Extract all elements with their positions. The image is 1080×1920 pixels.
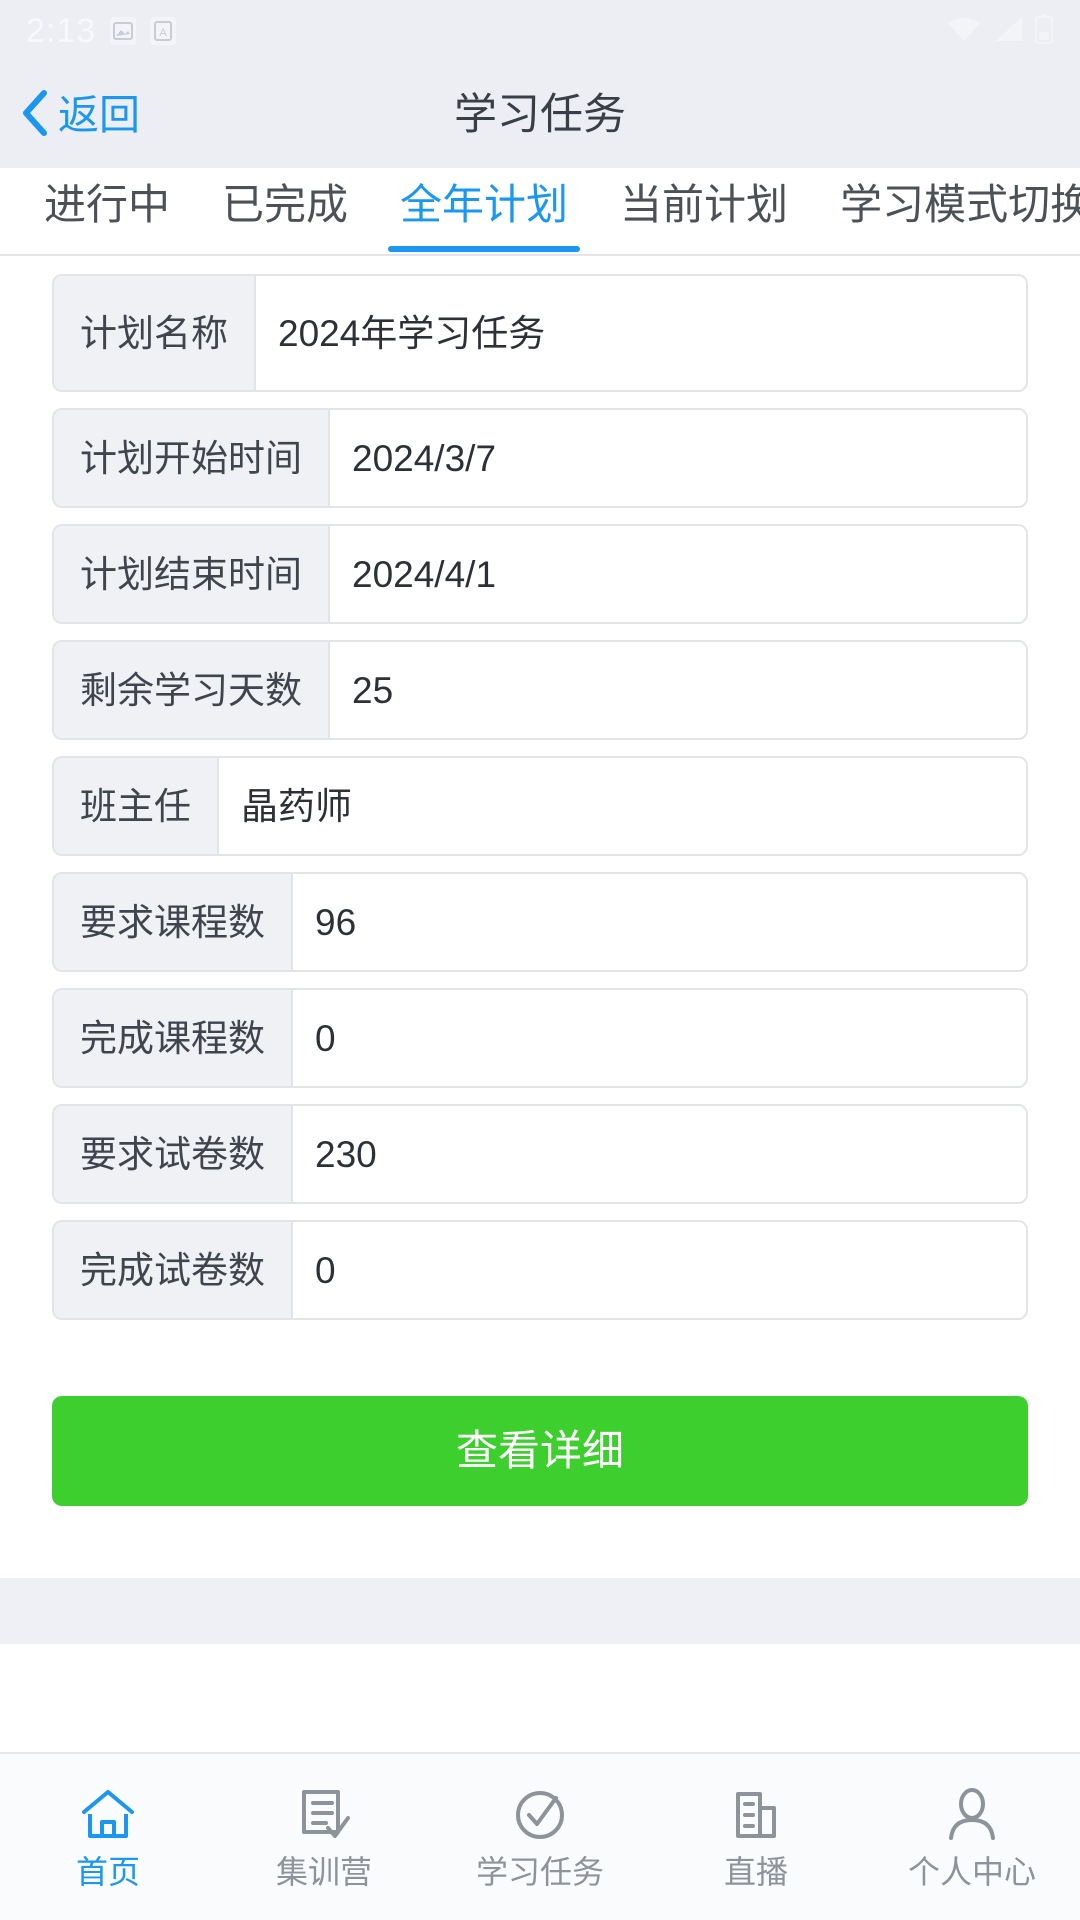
form-row-value: 25 [330, 642, 1026, 738]
form-row-label: 班主任 [54, 758, 219, 854]
tab-label: 已完成 [222, 181, 349, 228]
content-area: 计划名称 2024年学习任务 计划开始时间 2024/3/7 计划结束时间 20… [0, 256, 1080, 1752]
status-bar: 2:13 A [0, 0, 1080, 62]
tab-underline [32, 246, 182, 252]
chevron-left-icon [20, 89, 50, 142]
app-root: 2:13 A 返回 学习任务 进行中 已完成 全年计划 当前计划 学习模式切换 … [0, 0, 1080, 1920]
tab-current-plan[interactable]: 当前计划 [594, 168, 814, 254]
page-header: 返回 学习任务 [0, 62, 1080, 168]
back-button[interactable]: 返回 [0, 89, 140, 142]
bottom-navigation: 首页 集训营 学习任务 直播 个人中心 [0, 1752, 1080, 1920]
nav-item-label: 集训营 [275, 1854, 372, 1890]
form-row[interactable]: 完成课程数 0 [52, 988, 1028, 1088]
form-row[interactable]: 计划开始时间 2024/3/7 [52, 408, 1028, 508]
home-icon [80, 1786, 136, 1844]
form-row-label: 剩余学习天数 [54, 642, 330, 738]
form-row-label: 要求课程数 [54, 874, 293, 970]
circle-check-icon [512, 1786, 568, 1844]
image-icon [110, 17, 137, 45]
form-row-value: 230 [293, 1106, 1026, 1202]
nav-item-label: 首页 [75, 1854, 140, 1890]
form-row-label: 要求试卷数 [54, 1106, 293, 1202]
form-row[interactable]: 计划名称 2024年学习任务 [52, 274, 1028, 392]
tab-underline [388, 246, 581, 252]
content-bottom-spacer [0, 1578, 1080, 1644]
battery-icon [1034, 13, 1054, 49]
form-row-value: 晶药师 [219, 758, 1026, 854]
nav-item-study-task[interactable]: 学习任务 [432, 1754, 648, 1920]
tab-underline [828, 246, 1080, 252]
view-detail-button[interactable]: 查看详细 [52, 1396, 1028, 1506]
svg-text:A: A [160, 27, 168, 39]
form-row[interactable]: 班主任 晶药师 [52, 756, 1028, 856]
wifi-icon [946, 15, 982, 48]
tab-completed[interactable]: 已完成 [196, 168, 374, 254]
back-button-label: 返回 [58, 91, 140, 138]
person-icon [945, 1786, 999, 1844]
form-row-value: 0 [293, 990, 1026, 1086]
tab-underline [608, 246, 800, 252]
form-row-value: 96 [293, 874, 1026, 970]
nav-item-label: 个人中心 [907, 1854, 1036, 1890]
page-title: 学习任务 [454, 90, 626, 139]
signal-icon [992, 15, 1024, 48]
nav-item-profile[interactable]: 个人中心 [864, 1754, 1080, 1920]
form-row-label: 计划结束时间 [54, 526, 330, 622]
form-row-value: 2024/3/7 [330, 410, 1026, 506]
tab-label: 进行中 [44, 181, 171, 228]
tab-label: 全年计划 [400, 181, 569, 228]
form-row-value: 2024/4/1 [330, 526, 1026, 622]
tab-label: 学习模式切换 [840, 181, 1080, 228]
form-row-label: 完成课程数 [54, 990, 293, 1086]
form-row[interactable]: 要求课程数 96 [52, 872, 1028, 972]
form-row[interactable]: 剩余学习天数 25 [52, 640, 1028, 740]
tab-annual-plan[interactable]: 全年计划 [374, 168, 594, 254]
status-time: 2:13 [26, 11, 97, 50]
plan-detail-form: 计划名称 2024年学习任务 计划开始时间 2024/3/7 计划结束时间 20… [0, 256, 1080, 1320]
tab-underline [210, 246, 360, 252]
form-row[interactable]: 计划结束时间 2024/4/1 [52, 524, 1028, 624]
action-area: 查看详细 [0, 1336, 1080, 1506]
nav-item-training-camp[interactable]: 集训营 [216, 1754, 432, 1920]
nav-item-home[interactable]: 首页 [0, 1754, 216, 1920]
form-row-label: 计划名称 [54, 276, 256, 390]
building-icon [730, 1786, 782, 1844]
tab-in-progress[interactable]: 进行中 [18, 168, 196, 254]
tab-bar[interactable]: 进行中 已完成 全年计划 当前计划 学习模式切换 [0, 168, 1080, 256]
tab-list: 进行中 已完成 全年计划 当前计划 学习模式切换 [0, 168, 1080, 254]
form-row[interactable]: 完成试卷数 0 [52, 1220, 1028, 1320]
clipboard-check-icon [298, 1786, 350, 1844]
form-row-label: 计划开始时间 [54, 410, 330, 506]
app-icon: A [150, 17, 177, 45]
tab-label: 当前计划 [620, 181, 789, 228]
status-bar-left: 2:13 A [26, 11, 177, 51]
form-row-value: 2024年学习任务 [256, 276, 1026, 390]
nav-item-label: 学习任务 [475, 1854, 604, 1890]
tab-study-mode-switch[interactable]: 学习模式切换 [814, 168, 1080, 254]
form-row[interactable]: 要求试卷数 230 [52, 1104, 1028, 1204]
status-bar-right [946, 13, 1054, 49]
form-row-value: 0 [293, 1222, 1026, 1318]
form-row-label: 完成试卷数 [54, 1222, 293, 1318]
nav-item-live[interactable]: 直播 [648, 1754, 864, 1920]
nav-item-label: 直播 [723, 1854, 788, 1890]
